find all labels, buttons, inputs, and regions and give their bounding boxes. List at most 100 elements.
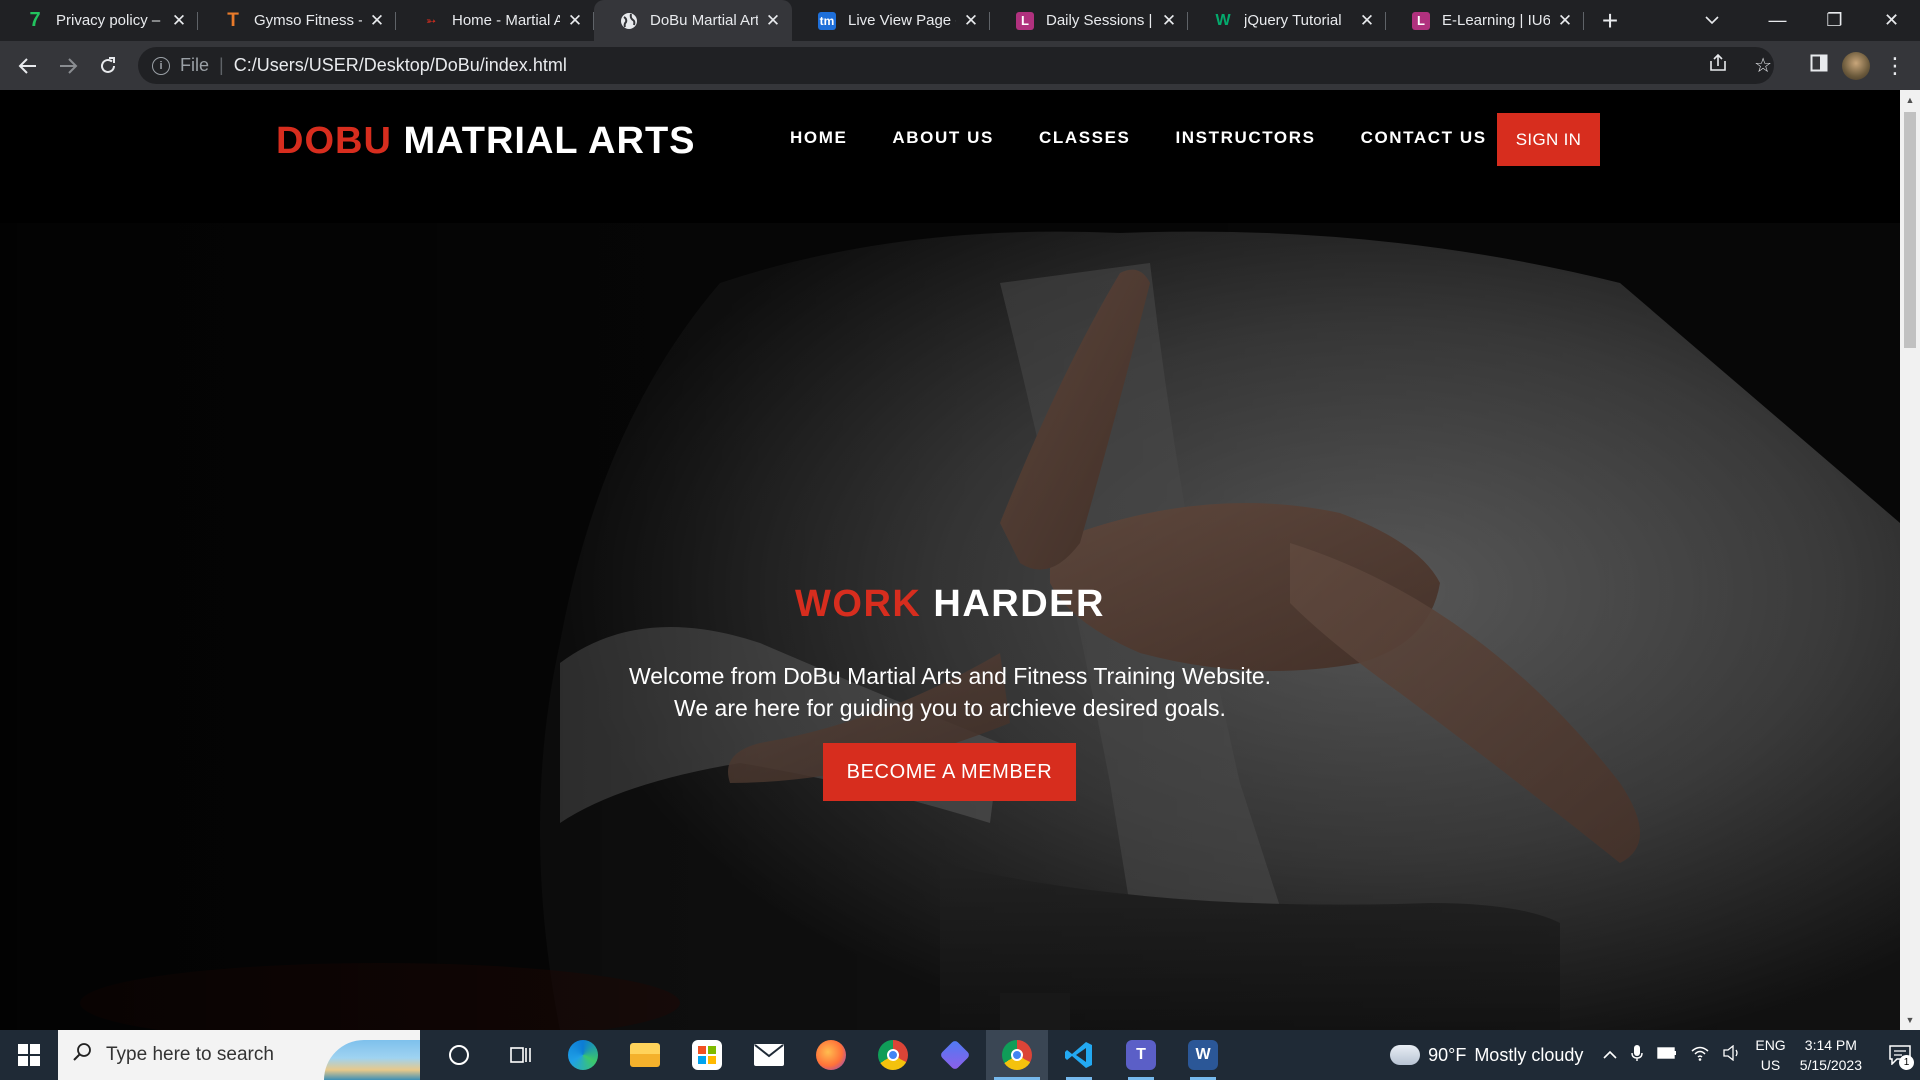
nav-about-us[interactable]: ABOUT US xyxy=(892,126,994,150)
tab-e-learning[interactable]: L E-Learning | IU6: ✕ xyxy=(1386,0,1584,41)
tab-title: Privacy policy – P xyxy=(56,12,164,29)
letter-l-icon: L xyxy=(1016,11,1034,30)
show-hidden-icons-icon[interactable] xyxy=(1603,1046,1617,1064)
clock-time: 3:14 PM xyxy=(1804,1037,1857,1053)
tab-title: Daily Sessions | C xyxy=(1046,12,1154,29)
weather-temp: 90°F xyxy=(1428,1044,1467,1065)
word-icon[interactable]: W xyxy=(1172,1030,1234,1080)
scrollbar-thumb[interactable] xyxy=(1904,112,1916,348)
tab-search-chevron-icon[interactable] xyxy=(1692,0,1732,41)
reload-icon[interactable] xyxy=(88,46,128,86)
tab-title: E-Learning | IU6: xyxy=(1442,12,1550,29)
microsoft-store-icon[interactable] xyxy=(676,1030,738,1080)
nav-home[interactable]: HOME xyxy=(790,126,847,150)
hero-section: WORK HARDER Welcome from DoBu Martial Ar… xyxy=(0,223,1900,1030)
tab-daily-sessions[interactable]: L Daily Sessions | C ✕ xyxy=(990,0,1188,41)
windows-taskbar: Type here to search T W 90°F Mostly clou… xyxy=(0,1030,1920,1080)
search-highlight-image xyxy=(324,1040,420,1080)
tab-live-view-page[interactable]: tm Live View Page - ✕ xyxy=(792,0,990,41)
window-controls: — ❐ ✕ xyxy=(1749,0,1920,41)
martial-logo-icon: ➳ xyxy=(425,13,437,28)
taskbar-search-box[interactable]: Type here to search xyxy=(58,1030,420,1080)
bookmark-star-icon[interactable]: ☆ xyxy=(1754,53,1772,78)
scroll-up-icon[interactable]: ▲ xyxy=(1900,92,1920,108)
globe-icon xyxy=(620,12,638,30)
close-tab-icon[interactable]: ✕ xyxy=(1358,11,1376,30)
omnibox-actions: ☆ xyxy=(1708,41,1772,90)
site-header: DOBU MATRIAL ARTS HOME ABOUT US CLASSES … xyxy=(0,90,1900,223)
browser-toolbar: i File | C:/Users/USER/Desktop/DoBu/inde… xyxy=(0,41,1920,90)
wifi-icon[interactable] xyxy=(1691,1045,1709,1066)
clock[interactable]: 3:14 PM 5/15/2023 xyxy=(1800,1035,1862,1075)
tab-title: Live View Page - xyxy=(848,12,956,29)
nav-instructors[interactable]: INSTRUCTORS xyxy=(1175,126,1315,150)
close-tab-icon[interactable]: ✕ xyxy=(962,11,980,30)
battery-icon[interactable] xyxy=(1657,1046,1677,1064)
vscode-icon[interactable] xyxy=(1048,1030,1110,1080)
become-member-button[interactable]: BECOME A MEMBER xyxy=(823,743,1076,801)
tab-gymso-fitness[interactable]: T Gymso Fitness - L ✕ xyxy=(198,0,396,41)
chrome-profile-icon[interactable] xyxy=(986,1030,1048,1080)
profile-avatar[interactable] xyxy=(1842,51,1870,80)
tab-title: jQuery Tutorial xyxy=(1244,12,1342,29)
tab-home-martial[interactable]: ➳ Home - Martial A ✕ xyxy=(396,0,594,41)
forward-icon[interactable] xyxy=(48,46,88,86)
tab-jquery-tutorial[interactable]: W jQuery Tutorial ✕ xyxy=(1188,0,1386,41)
sign-in-button[interactable]: SIGN IN xyxy=(1497,113,1600,166)
weather-widget[interactable]: 90°F Mostly cloudy xyxy=(1390,1038,1584,1066)
new-tab-button[interactable]: + xyxy=(1590,0,1630,41)
search-placeholder: Type here to search xyxy=(106,1044,274,1065)
mostly-cloudy-icon xyxy=(1390,1038,1421,1065)
clock-date: 5/15/2023 xyxy=(1799,1057,1862,1073)
close-tab-icon[interactable]: ✕ xyxy=(1556,11,1574,30)
close-tab-icon[interactable]: ✕ xyxy=(764,11,782,30)
hero-dark-overlay xyxy=(0,223,1900,1030)
chrome-icon[interactable] xyxy=(862,1030,924,1080)
firefox-icon[interactable] xyxy=(800,1030,862,1080)
nav-contact-us[interactable]: CONTACT US xyxy=(1361,126,1487,150)
url-text[interactable]: C:/Users/USER/Desktop/DoBu/index.html xyxy=(234,55,567,76)
share-icon[interactable] xyxy=(1708,53,1728,79)
cortana-icon[interactable] xyxy=(428,1030,490,1080)
side-panel-icon[interactable] xyxy=(1810,54,1828,78)
nav-classes[interactable]: CLASSES xyxy=(1039,126,1131,150)
close-tab-icon[interactable]: ✕ xyxy=(566,11,584,30)
hero-line-1: Welcome from DoBu Martial Arts and Fitne… xyxy=(628,663,1272,689)
close-tab-icon[interactable]: ✕ xyxy=(1160,11,1178,30)
back-icon[interactable] xyxy=(8,46,48,86)
hero-title: WORK HARDER xyxy=(0,583,1900,626)
hero-title-red: WORK xyxy=(795,583,922,625)
close-window-icon[interactable]: ✕ xyxy=(1863,0,1920,41)
power-automate-icon[interactable] xyxy=(924,1030,986,1080)
restore-icon[interactable]: ❐ xyxy=(1806,0,1863,41)
teams-icon[interactable]: T xyxy=(1110,1030,1172,1080)
tab-title: Gymso Fitness - L xyxy=(254,12,362,29)
microphone-icon[interactable] xyxy=(1631,1044,1644,1067)
scroll-down-icon[interactable]: ▼ xyxy=(1900,1012,1920,1028)
close-tab-icon[interactable]: ✕ xyxy=(170,11,188,30)
language-indicator[interactable]: ENG US xyxy=(1755,1035,1785,1075)
menu-dots-icon[interactable]: ⋮ xyxy=(1884,53,1906,79)
start-button[interactable] xyxy=(0,1030,58,1080)
system-tray: 90°F Mostly cloudy ENG US 3:14 PM 5/15/2… xyxy=(1390,1030,1920,1080)
site-logo[interactable]: DOBU MATRIAL ARTS xyxy=(276,120,696,163)
notification-count: 1 xyxy=(1899,1055,1914,1070)
letter-t-icon: T xyxy=(227,9,239,31)
tab-dobu-martial-arts[interactable]: DoBu Martial Arts ✕ xyxy=(594,0,792,41)
address-bar[interactable]: i File | C:/Users/USER/Desktop/DoBu/inde… xyxy=(138,47,1774,84)
toolbar-right: ⋮ xyxy=(1810,41,1920,90)
file-explorer-icon[interactable] xyxy=(614,1030,676,1080)
page-scrollbar[interactable]: ▲ ▼ xyxy=(1900,90,1920,1030)
volume-icon[interactable] xyxy=(1723,1044,1741,1066)
close-tab-icon[interactable]: ✕ xyxy=(368,11,386,30)
site-info-icon[interactable]: i xyxy=(152,56,170,75)
task-view-icon[interactable] xyxy=(490,1030,552,1080)
weather-condition: Mostly cloudy xyxy=(1474,1044,1584,1065)
minimize-icon[interactable]: — xyxy=(1749,0,1806,41)
notification-center-icon[interactable]: 1 xyxy=(1880,1030,1920,1080)
mail-icon[interactable] xyxy=(738,1030,800,1080)
language-code: ENG xyxy=(1755,1037,1786,1053)
tab-privacy-policy[interactable]: 7 Privacy policy – P ✕ xyxy=(0,0,198,41)
edge-icon[interactable] xyxy=(552,1030,614,1080)
number-7-icon: 7 xyxy=(29,9,41,31)
